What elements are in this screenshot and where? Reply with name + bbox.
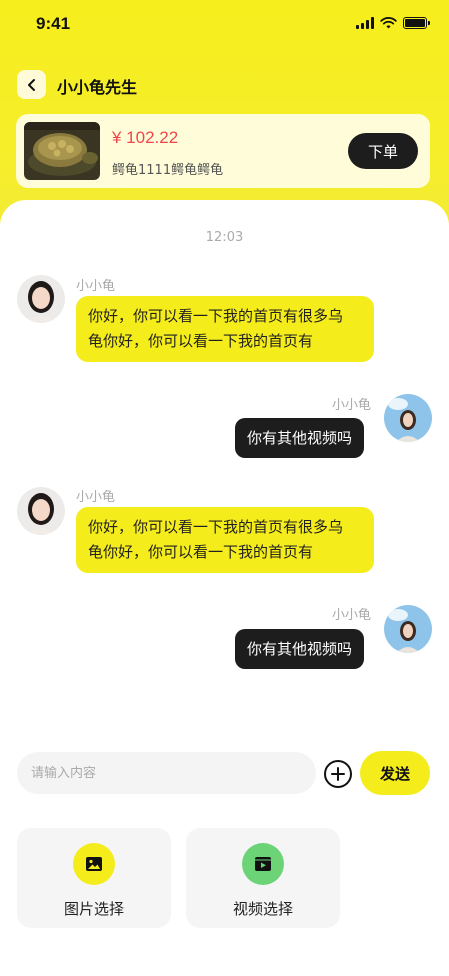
tool-label: 视频选择	[232, 900, 293, 918]
video-select-button[interactable]: 视频选择	[186, 828, 340, 928]
message-bubble[interactable]: 你好，你可以看一下我的首页有很多乌 龟你好，你可以看一下我的首页有	[76, 507, 374, 573]
message-text: 你好，你可以看一下我的首页有很多乌	[88, 518, 344, 536]
message-input[interactable]	[17, 752, 316, 794]
chat-panel: 12:03 小小龟 你好，你可以看一下我的首页有很多乌 龟你好，你可以看一下我的…	[0, 200, 449, 976]
status-icons	[356, 17, 430, 29]
product-name: 鳄龟1111鳄龟鳄龟	[112, 163, 224, 178]
status-time: 9:41	[36, 14, 71, 33]
video-icon	[242, 843, 284, 885]
chat-header: 小小龟先生	[0, 68, 449, 102]
message-text: 龟你好，你可以看一下我的首页有	[88, 332, 314, 350]
message-bubble[interactable]: 你有其他视频吗	[235, 418, 365, 458]
composer: 发送	[0, 750, 449, 796]
back-button[interactable]	[17, 70, 46, 99]
chat-timestamp: 12:03	[205, 230, 244, 245]
cellular-signal-icon	[356, 17, 374, 29]
product-image	[24, 122, 100, 180]
sender-name: 小小龟	[332, 398, 372, 413]
sender-name: 小小龟	[76, 490, 116, 505]
avatar[interactable]	[384, 394, 432, 442]
sender-name: 小小龟	[76, 279, 116, 294]
plus-circle-icon	[331, 767, 345, 781]
wifi-icon	[380, 17, 397, 29]
message-text: 你好，你可以看一下我的首页有很多乌	[88, 307, 344, 325]
product-card[interactable]: ¥ 102.22 鳄龟1111鳄龟鳄龟 下单	[16, 114, 430, 188]
message-text: 你有其他视频吗	[247, 429, 353, 447]
image-select-button[interactable]: 图片选择	[17, 828, 171, 928]
add-attachment-button[interactable]	[324, 760, 352, 788]
send-button[interactable]: 发送	[360, 751, 430, 795]
sender-name: 小小龟	[332, 608, 372, 623]
message-text: 龟你好，你可以看一下我的首页有	[88, 543, 314, 561]
product-price: ¥ 102.22	[112, 128, 179, 147]
tool-label: 图片选择	[63, 900, 124, 918]
message-bubble[interactable]: 你好，你可以看一下我的首页有很多乌 龟你好，你可以看一下我的首页有	[76, 296, 374, 362]
page-title: 小小龟先生	[57, 78, 138, 97]
message-bubble[interactable]: 你有其他视频吗	[235, 629, 365, 669]
battery-icon	[403, 17, 430, 29]
avatar[interactable]	[17, 275, 65, 323]
avatar[interactable]	[384, 605, 432, 653]
status-bar: 9:41	[0, 0, 449, 50]
image-icon	[73, 843, 115, 885]
chevron-left-icon	[27, 78, 35, 91]
avatar[interactable]	[17, 487, 65, 535]
message-text: 你有其他视频吗	[247, 640, 353, 658]
order-button[interactable]: 下单	[348, 133, 418, 169]
